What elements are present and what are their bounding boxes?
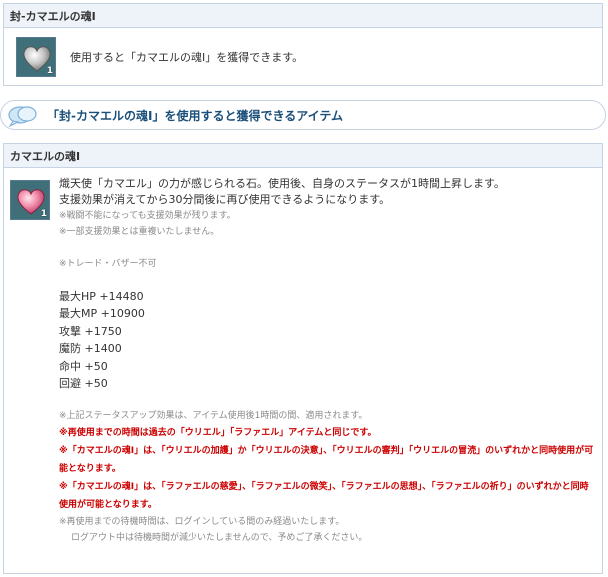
speech-bubble-icon: [5, 101, 41, 129]
stat-evasion: 回避 +50: [59, 377, 108, 391]
silver-heart-icon: 1: [16, 37, 56, 77]
item-note: ※再使用までの待機時間は、ログインしている間のみ経過いたします。: [59, 517, 345, 528]
result-item-box: カマエルの魂Ⅰ 1 熾天使「カマエル」の力が感じられる石。使用後、自身のステータ…: [3, 143, 603, 574]
source-item-title: 封-カマエルの魂Ⅰ: [4, 4, 602, 28]
item-quantity: 1: [46, 66, 53, 76]
stat-accuracy: 命中 +50: [59, 359, 108, 373]
stat-max-hp: 最大HP +14480: [59, 290, 144, 303]
source-item-box: 封-カマエルの魂Ⅰ 1 使用すると「カマエルの魂Ⅰ」を獲得できます。: [3, 3, 603, 86]
item-quantity: 1: [40, 209, 47, 219]
item-note: ※戦闘不能になっても支援効果が残ります。: [59, 211, 236, 221]
stat-magic-defense: 魔防 +1400: [59, 342, 122, 356]
item-note: ※上記ステータスアップ効果は、アイテム使用後1時間の間、適用されます。: [59, 411, 368, 422]
item-note: ログアウト中は待機時間が減少いたしませんので、予めご了承ください。: [71, 533, 368, 544]
source-item-description: 使用すると「カマエルの魂Ⅰ」を獲得できます。: [70, 51, 304, 64]
source-item-row: 1 使用すると「カマエルの魂Ⅰ」を獲得できます。: [4, 28, 602, 86]
item-description: 支援効果が消えてから30分間後に再び使用できるようになります。: [59, 193, 391, 206]
item-note: ※一部支援効果とは重複いたしません。: [59, 227, 220, 237]
stat-max-mp: 最大MP +10900: [59, 307, 145, 321]
item-note: ※トレード・バザー不可: [59, 259, 157, 269]
pink-heart-icon: 1: [10, 180, 50, 220]
item-warning: ※再使用までの時間は過去の「ウリエル」「ラファエル」アイテムと同じです。: [59, 428, 377, 439]
result-item-details: 熾天使「カマエル」の力が感じられる石。使用後、自身のステータスが1時間上昇します…: [59, 176, 596, 546]
item-warning: ※「カマエルの魂Ⅰ」は、「ウリエルの加護」か「ウリエルの決意」、「ウリエルの審判…: [59, 446, 594, 475]
stat-attack: 攻撃 +1750: [59, 324, 122, 338]
result-item-title: カマエルの魂Ⅰ: [4, 144, 602, 168]
obtainable-items-title: 「封-カマエルの魂Ⅰ」を使用すると獲得できるアイテム: [47, 108, 344, 123]
item-description: 熾天使「カマエル」の力が感じられる石。使用後、自身のステータスが1時間上昇します…: [59, 177, 505, 190]
item-warning: ※「カマエルの魂Ⅰ」は、「ラファエルの慈愛」、「ラファエルの微笑」、「ラファエル…: [59, 482, 589, 511]
obtainable-items-bar: 「封-カマエルの魂Ⅰ」を使用すると獲得できるアイテム: [0, 100, 606, 130]
